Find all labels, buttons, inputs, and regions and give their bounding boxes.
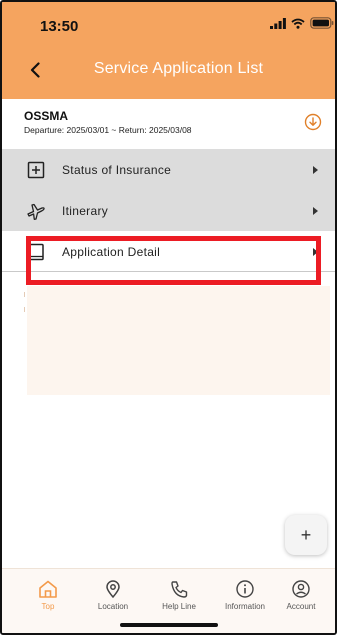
- tab-label: Account: [286, 602, 316, 611]
- plus-square-icon: [27, 161, 45, 179]
- tab-label: Location: [97, 602, 129, 611]
- caret-right-icon: [313, 207, 318, 215]
- status-bar: 13:50: [2, 2, 335, 48]
- trip-summary: OSSMA Departure: 2025/03/01 ~ Return: 20…: [2, 99, 335, 149]
- battery-icon: [310, 17, 334, 29]
- caret-right-icon: [313, 166, 318, 174]
- wifi-icon: [291, 18, 305, 29]
- page-title: Service Application List: [93, 60, 264, 77]
- menu-item-label: Status of Insurance: [62, 163, 172, 177]
- application-detail-panel: [27, 286, 330, 395]
- selection-highlight: [26, 236, 321, 285]
- airplane-icon: [27, 203, 45, 220]
- trip-dates: Departure: 2025/03/01 ~ Return: 2025/03/…: [24, 125, 192, 135]
- home-indicator: [120, 623, 218, 627]
- phone-icon: [171, 581, 188, 598]
- status-time: 13:50: [40, 18, 79, 35]
- location-pin-icon: [106, 580, 120, 599]
- panel-marker: [24, 292, 25, 297]
- tab-label: Top: [41, 602, 55, 611]
- download-circle-icon[interactable]: [304, 113, 322, 131]
- add-button[interactable]: +: [285, 515, 327, 555]
- info-icon: [236, 580, 254, 598]
- trip-name: OSSMA: [24, 109, 69, 123]
- home-icon: [39, 580, 57, 598]
- signal-icon: [270, 17, 286, 29]
- status-icons: [270, 17, 334, 29]
- tab-location[interactable]: Location: [78, 579, 148, 611]
- account-icon: [292, 580, 310, 598]
- panel-marker: [24, 307, 25, 312]
- menu-item-status-of-insurance[interactable]: Status of Insurance: [2, 149, 335, 190]
- tab-account[interactable]: Account: [266, 579, 335, 611]
- tab-label: Help Line: [162, 602, 196, 611]
- tab-top[interactable]: Top: [13, 579, 83, 611]
- tab-help-line[interactable]: Help Line: [144, 579, 214, 611]
- menu-item-label: Itinerary: [62, 204, 109, 218]
- navigation-bar: Service Application List: [2, 48, 335, 94]
- phone-screen: 13:50 Service Application List OSSMA Dep…: [0, 0, 337, 635]
- menu-item-itinerary[interactable]: Itinerary: [2, 190, 335, 231]
